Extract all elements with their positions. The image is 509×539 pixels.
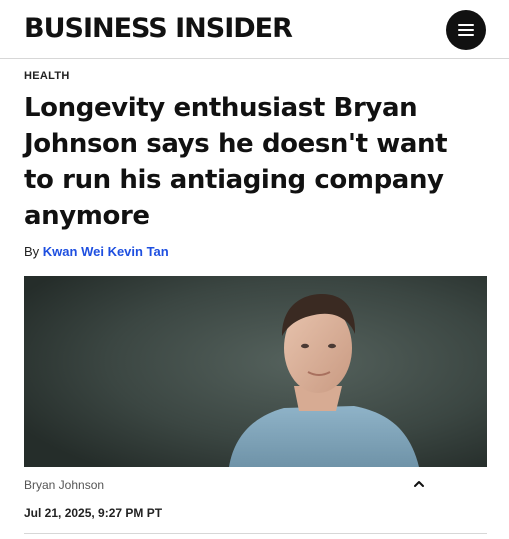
image-caption-row: Bryan Johnson bbox=[24, 476, 487, 496]
byline-prefix: By bbox=[24, 244, 40, 259]
byline: By Kwan Wei Kevin Tan bbox=[24, 244, 169, 259]
hamburger-menu-icon bbox=[458, 24, 474, 36]
site-logo[interactable]: BUSINESS INSIDER bbox=[24, 13, 293, 44]
hero-image bbox=[24, 276, 487, 467]
author-link[interactable]: Kwan Wei Kevin Tan bbox=[43, 244, 169, 259]
menu-button[interactable] bbox=[446, 10, 486, 50]
chevron-up-icon[interactable] bbox=[412, 478, 426, 490]
publish-date: Jul 21, 2025, 9:27 PM PT bbox=[24, 506, 163, 520]
site-header: BUSINESS INSIDER bbox=[0, 0, 509, 59]
portrait-photo bbox=[24, 276, 487, 467]
divider bbox=[24, 533, 487, 534]
article-headline: Longevity enthusiast Bryan Johnson says … bbox=[24, 93, 448, 231]
image-caption: Bryan Johnson bbox=[24, 478, 105, 492]
section-label[interactable]: HEALTH bbox=[24, 70, 70, 82]
